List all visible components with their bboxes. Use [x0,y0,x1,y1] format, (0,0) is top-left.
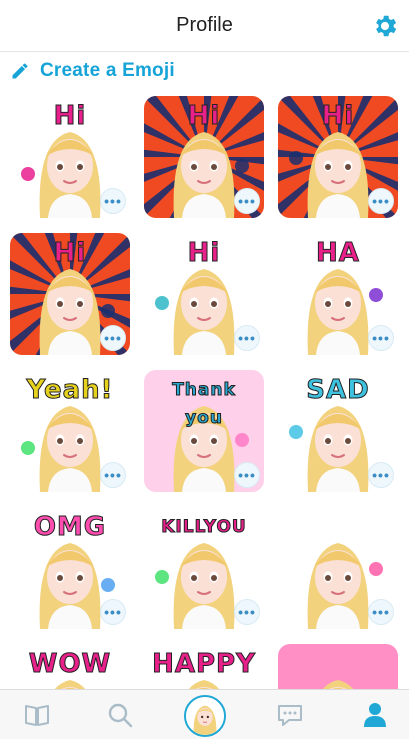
more-options-button[interactable]: ••• [100,188,126,214]
emoji-tile[interactable]: KILLYOU ••• [144,507,264,629]
emoji-grid: Hi ••• Hi ••• Hi ••• Hi ••• Hi ••• HA ••• Yeah! ••• Th… [10,96,400,689]
emoji-tile[interactable]: Yeah! ••• [10,370,130,492]
emoji-caption: WOW [28,649,112,679]
emoji-tile[interactable]: HAPPY [144,644,264,689]
emoji-tile[interactable]: Hi ••• [278,96,398,218]
emoji-caption: Yeah! [26,375,114,405]
emoji-tile[interactable]: Thank you ••• [144,370,264,492]
more-options-button[interactable]: ••• [234,188,260,214]
emoji-tile[interactable]: HA ••• [278,233,398,355]
emoji-caption: HA [316,238,360,268]
emoji-caption: Hi [53,101,87,131]
search-icon[interactable] [105,700,135,730]
emoji-caption: Hi [187,101,221,131]
emoji-tile[interactable]: Hi ••• [144,96,264,218]
more-options-button[interactable]: ••• [368,188,394,214]
emoji-tile[interactable]: OMG ••• [10,507,130,629]
emoji-tile[interactable]: SAD ••• [278,370,398,492]
pencil-icon [12,63,28,79]
more-options-button[interactable]: ••• [100,462,126,488]
emoji-tile[interactable]: ••• [278,507,398,629]
emoji-caption: HAPPY [152,649,256,679]
more-options-button[interactable]: ••• [368,325,394,351]
emoji-caption: Hi [53,238,87,268]
create-emoji-label: Create a Emoji [40,60,175,81]
emoji-illustration [322,680,354,689]
more-options-button[interactable]: ••• [368,462,394,488]
top-bar: Profile [0,0,409,52]
emoji-caption: OMG [33,512,107,542]
page-title: Profile [176,14,233,36]
emoji-tile[interactable]: WOW [10,644,130,689]
emoji-caption: SAD [306,375,370,405]
more-options-button[interactable]: ••• [234,599,260,625]
avatar-icon[interactable] [184,695,226,737]
emoji-tile[interactable]: Hi ••• [10,96,130,218]
emoji-caption: KILLYOU [161,517,247,538]
emoji-caption: Thank you [172,380,236,429]
chat-bubble-icon[interactable] [275,700,305,730]
more-options-button[interactable]: ••• [234,325,260,351]
emoji-caption: Hi [187,238,221,268]
more-options-button[interactable]: ••• [100,325,126,351]
person-icon[interactable] [360,700,390,730]
gear-icon[interactable] [371,12,399,40]
emoji-tile[interactable]: Hi ••• [10,233,130,355]
emoji-tile[interactable] [278,644,398,689]
emoji-caption: Hi [321,101,355,131]
emoji-tile[interactable]: Hi ••• [144,233,264,355]
more-options-button[interactable]: ••• [234,462,260,488]
more-options-button[interactable]: ••• [368,599,394,625]
more-options-button[interactable]: ••• [100,599,126,625]
bottom-tab-bar [0,689,409,739]
create-emoji-button[interactable]: Create a Emoji [10,58,175,84]
book-icon[interactable] [22,700,52,730]
